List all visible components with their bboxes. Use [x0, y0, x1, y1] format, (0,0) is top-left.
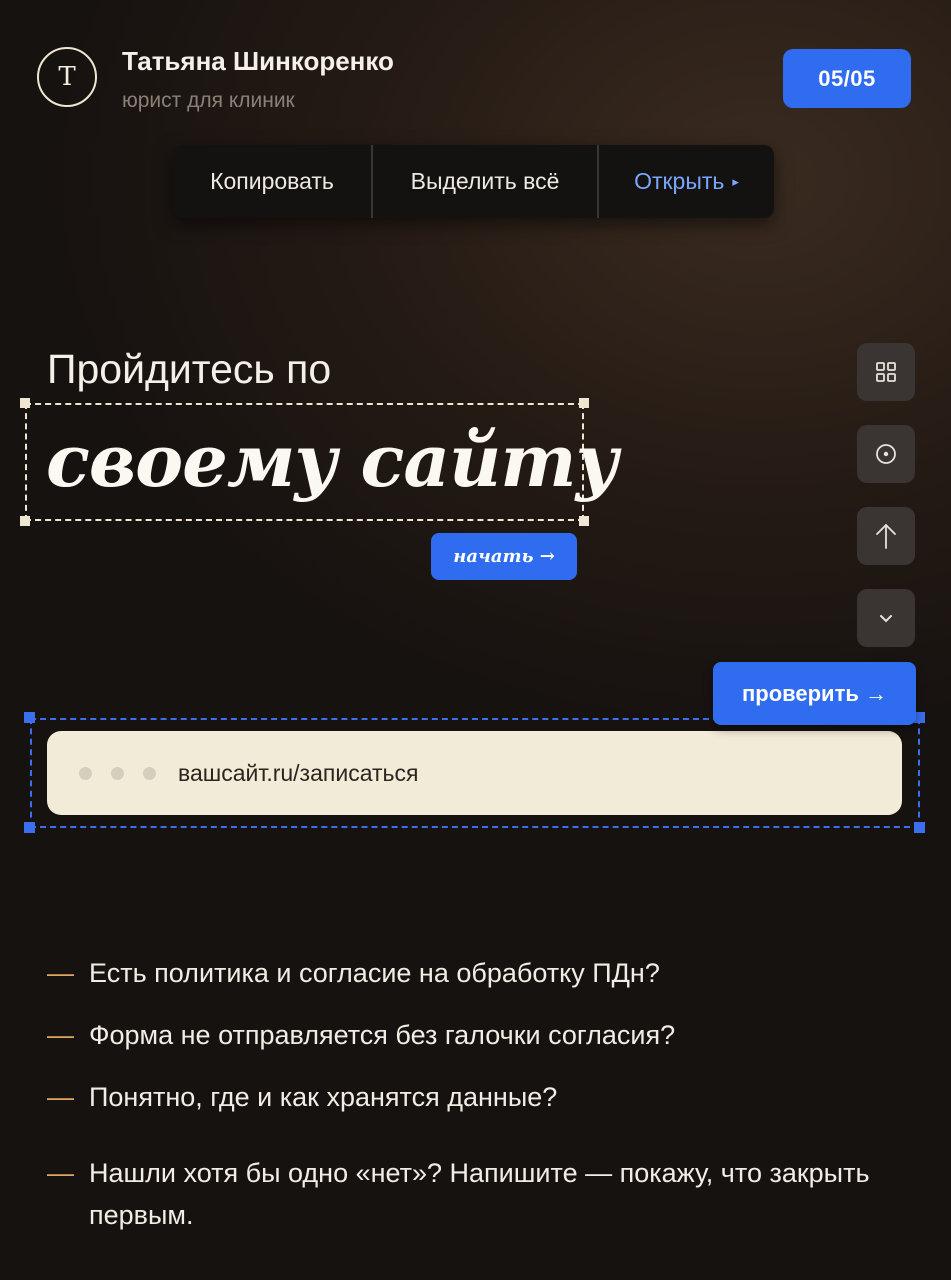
- list-dash: —: [47, 1082, 74, 1112]
- selection-handle[interactable]: [579, 516, 589, 526]
- author-role: юрист для клиник: [122, 89, 295, 112]
- avatar: Т: [37, 47, 97, 107]
- author-name: Татьяна Шинкоренко: [122, 46, 394, 76]
- arrow-up-icon: [876, 523, 896, 549]
- list-item-text: Понятно, где и как хранятся данные?: [89, 1082, 558, 1112]
- check-button[interactable]: проверить →: [713, 662, 916, 725]
- list-dash: —: [47, 1020, 74, 1050]
- heading-line-1: Пройдитесь по: [47, 346, 332, 392]
- list-dash: —: [47, 1158, 74, 1188]
- list-item: — Понятно, где и как хранятся данные?: [47, 1076, 889, 1118]
- grid-tool-button[interactable]: [857, 343, 915, 401]
- open-menu-item[interactable]: Открыть ▸: [599, 145, 774, 218]
- text-context-menu: Копировать Выделить всё Открыть ▸: [173, 145, 774, 218]
- select-all-menu-label: Выделить всё: [410, 168, 560, 194]
- browser-address-bar[interactable]: вашсайт.ru/записаться: [47, 731, 902, 815]
- open-menu-label: Открыть: [634, 168, 725, 194]
- target-tool-button[interactable]: [857, 425, 915, 483]
- window-dot-icon: [111, 766, 124, 780]
- copy-menu-label: Копировать: [210, 168, 334, 194]
- selection-handle[interactable]: [914, 822, 925, 833]
- list-item-text: Форма не отправляется без галочки соглас…: [89, 1020, 676, 1050]
- scroll-up-button[interactable]: [857, 507, 915, 565]
- grid-icon: [876, 362, 896, 382]
- selection-handle[interactable]: [579, 398, 589, 408]
- select-all-menu-item[interactable]: Выделить всё: [373, 145, 597, 218]
- copy-menu-item[interactable]: Копировать: [173, 145, 371, 218]
- list-dash: —: [47, 958, 74, 988]
- selection-handle[interactable]: [20, 516, 30, 526]
- list-item-text: Нашли хотя бы одно «нет»? Напишите — пок…: [89, 1158, 870, 1230]
- list-item: — Форма не отправляется без галочки согл…: [47, 1014, 889, 1056]
- list-item-text: Есть политика и согласие на обработку ПД…: [89, 958, 660, 988]
- chevron-down-icon: [880, 615, 892, 623]
- play-arrow-icon: ▸: [732, 173, 739, 189]
- list-item: — Нашли хотя бы одно «нет»? Напишите — п…: [47, 1152, 889, 1236]
- window-dot-icon: [79, 766, 92, 780]
- window-dot-icon: [143, 766, 156, 780]
- selection-handle[interactable]: [20, 398, 30, 408]
- selection-handle[interactable]: [24, 822, 35, 833]
- slide-counter-badge: 05/05: [783, 49, 911, 108]
- start-button[interactable]: начать →: [431, 533, 577, 580]
- list-item: — Есть политика и согласие на обработку …: [47, 952, 889, 994]
- selection-handle[interactable]: [24, 712, 35, 723]
- heading-line-2: своему сайту: [46, 418, 619, 503]
- target-icon: [876, 444, 896, 464]
- chevron-down-button[interactable]: [857, 589, 915, 647]
- url-text: вашсайт.ru/записаться: [178, 759, 419, 786]
